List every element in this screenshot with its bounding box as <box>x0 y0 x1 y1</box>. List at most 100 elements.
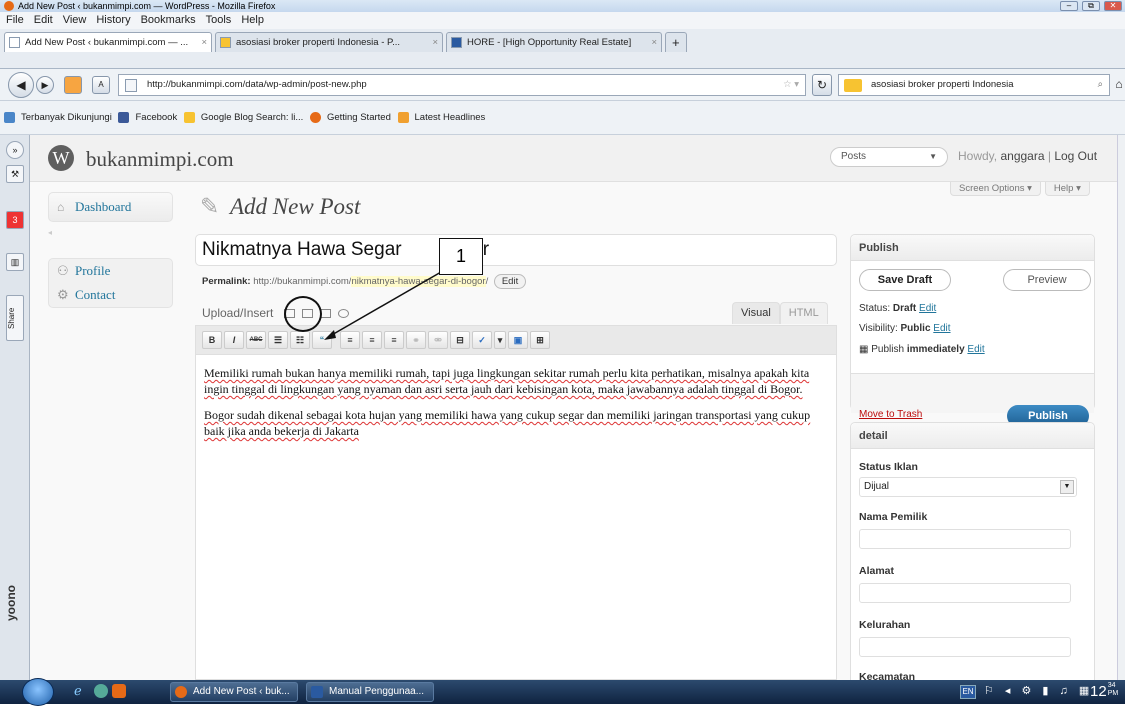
menu-dashboard[interactable]: ⌂ Dashboard <box>48 192 173 222</box>
move-to-trash-link[interactable]: Move to Trash <box>859 409 922 420</box>
tab-asosiasi-broker[interactable]: asosiasi broker properti Indonesia - P..… <box>215 32 443 52</box>
bold-button[interactable]: B <box>202 331 222 349</box>
align-right-button[interactable]: ≡ <box>384 331 404 349</box>
forward-icon[interactable]: ▶ <box>36 76 54 94</box>
reload-icon[interactable]: ↻ <box>812 74 832 96</box>
post-title-input[interactable]: Nikmatnya Hawa Segargor <box>195 234 837 266</box>
edit-status-link[interactable]: Edit <box>919 303 936 314</box>
expand-icon[interactable]: » <box>6 141 24 159</box>
home-feed-icon[interactable] <box>64 76 82 94</box>
numbered-list-button[interactable]: ☷ <box>290 331 310 349</box>
edit-visibility-link[interactable]: Edit <box>933 323 950 334</box>
tab-close-icon[interactable]: × <box>651 33 657 52</box>
kelurahan-input[interactable] <box>859 637 1071 657</box>
save-draft-button[interactable]: Save Draft <box>859 269 951 291</box>
align-center-button[interactable]: ≡ <box>362 331 382 349</box>
add-media-icon[interactable] <box>337 309 349 319</box>
menu-bookmarks[interactable]: Bookmarks <box>141 14 196 26</box>
kitchen-sink-button[interactable]: ⊞ <box>530 331 550 349</box>
menu-contact[interactable]: ⚙ Contact <box>49 283 172 307</box>
tab-label: asosiasi broker properti Indonesia - P..… <box>236 37 401 48</box>
bookmark-terbanyak[interactable]: Terbanyak Dikunjungi <box>4 111 112 123</box>
panel-icon[interactable]: ▥ <box>6 253 24 271</box>
search-input[interactable]: asosiasi broker properti Indonesia ⌕ <box>838 74 1110 96</box>
tab-close-icon[interactable]: × <box>201 33 207 52</box>
menu-history[interactable]: History <box>96 14 130 26</box>
bookmark-facebook[interactable]: Facebook <box>118 111 177 123</box>
firefox-quicklaunch-icon[interactable] <box>112 684 126 698</box>
magnifier-icon[interactable]: ⌕ <box>1098 75 1103 95</box>
post-content-editor[interactable]: Memiliki rumah bukan hanya memiliki ruma… <box>195 355 837 680</box>
help-button[interactable]: Help ▾ <box>1044 182 1090 196</box>
bullet-list-button[interactable]: ☰ <box>268 331 288 349</box>
firefox-icon <box>309 111 321 123</box>
maximize-button[interactable]: ⧉ <box>1082 1 1100 11</box>
favorite-actions-dropdown[interactable]: Posts ▼ <box>830 147 948 167</box>
star-icon[interactable]: ☆ ▾ <box>783 75 799 95</box>
more-tag-button[interactable]: ⊟ <box>450 331 470 349</box>
home-icon[interactable]: ⌂ <box>1114 74 1124 96</box>
share-button[interactable]: Share <box>6 295 24 341</box>
taskbar-firefox-window[interactable]: Add New Post ‹ buk... <box>170 682 298 702</box>
editor-toolbar: B I ABC ☰ ☷ “≡ ≡ ≡ ⚭ ⚮ ⊟ ✓ ▾ ▣ ⊞ <box>195 325 837 355</box>
menu-bar: File Edit View History Bookmarks Tools Help <box>0 12 1125 29</box>
visibility-value: Public <box>900 323 931 334</box>
edit-permalink-button[interactable]: Edit <box>493 274 527 289</box>
bookmark-getting-started[interactable]: Getting Started <box>309 111 391 123</box>
language-indicator[interactable]: EN <box>960 685 976 699</box>
menu-view[interactable]: View <box>63 14 87 26</box>
new-tab-button[interactable]: + <box>665 32 687 52</box>
quicklaunch-icon[interactable] <box>94 684 108 698</box>
window-title: Add New Post ‹ bukanmimpi.com — WordPres… <box>18 1 276 11</box>
menu-help[interactable]: Help <box>241 14 264 26</box>
menu-tools[interactable]: Tools <box>206 14 232 26</box>
align-left-button[interactable]: ≡ <box>340 331 360 349</box>
back-icon[interactable]: ◀ <box>8 72 34 98</box>
status-iklan-select[interactable]: Dijual ▼ <box>859 477 1077 497</box>
page-scrollbar[interactable] <box>1117 135 1125 680</box>
logout-link[interactable]: Log Out <box>1054 149 1097 163</box>
blockquote-button[interactable]: “ <box>312 331 332 349</box>
username-link[interactable]: anggara <box>1000 149 1044 163</box>
nama-pemilik-input[interactable] <box>859 529 1071 549</box>
detail-heading: detail <box>851 423 1094 449</box>
close-window-button[interactable]: ✕ <box>1104 1 1122 11</box>
menu-file[interactable]: File <box>6 14 24 26</box>
spellcheck-dropdown-icon[interactable]: ▾ <box>494 331 506 349</box>
tab-close-icon[interactable]: × <box>432 33 438 52</box>
menu-edit[interactable]: Edit <box>34 14 53 26</box>
url-bar[interactable]: http://bukanmimpi.com/data/wp-admin/post… <box>118 74 806 96</box>
tool-icon[interactable]: ⚒ <box>6 165 24 183</box>
system-tray-icons[interactable]: ⚐ ◂ ⚙ ▮ ♫ ▦ <box>984 684 1093 697</box>
site-name[interactable]: bukanmimpi.com <box>86 147 234 172</box>
permalink-slug[interactable]: nikmatnya-hawa-segar-di-bogor <box>351 276 486 287</box>
bookmark-latest-headlines[interactable]: Latest Headlines <box>397 111 485 123</box>
tab-html[interactable]: HTML <box>779 302 828 324</box>
preview-button[interactable]: Preview <box>1003 269 1091 291</box>
italic-button[interactable]: I <box>224 331 244 349</box>
link-button[interactable]: ⚭ <box>406 331 426 349</box>
ie-icon[interactable]: ℯ <box>74 683 82 699</box>
alamat-input[interactable] <box>859 583 1071 603</box>
tab-hore[interactable]: HORE - [High Opportunity Real Estate] × <box>446 32 662 52</box>
taskbar-word-window[interactable]: Manual Penggunaa... <box>306 682 434 702</box>
strikethrough-button[interactable]: ABC <box>246 331 266 349</box>
unlink-button[interactable]: ⚮ <box>428 331 448 349</box>
tab-add-new-post[interactable]: Add New Post ‹ bukanmimpi.com — ... × <box>4 32 212 52</box>
minimize-button[interactable]: – <box>1060 1 1078 11</box>
edit-timestamp-link[interactable]: Edit <box>967 344 984 355</box>
screen-options-button[interactable]: Screen Options ▾ <box>950 182 1041 196</box>
clock[interactable]: 1234 PM <box>1090 682 1118 702</box>
fullscreen-button[interactable]: ▣ <box>508 331 528 349</box>
screen-meta-links: Screen Options ▾ Help ▾ <box>946 182 1090 196</box>
menu-profile[interactable]: ⚇ Profile <box>49 259 172 283</box>
bookmark-google-blog[interactable]: Google Blog Search: li... <box>183 111 303 123</box>
menu-collapse-handle[interactable]: ◂ <box>48 228 173 238</box>
start-button[interactable] <box>22 678 54 706</box>
tab-visual[interactable]: Visual <box>732 302 780 324</box>
badge-icon[interactable]: 3 <box>6 211 24 229</box>
text-size-icon[interactable]: A <box>92 76 110 94</box>
clock-minute: 34 <box>1107 682 1116 689</box>
separator: | <box>1047 149 1051 163</box>
spellcheck-button[interactable]: ✓ <box>472 331 492 349</box>
